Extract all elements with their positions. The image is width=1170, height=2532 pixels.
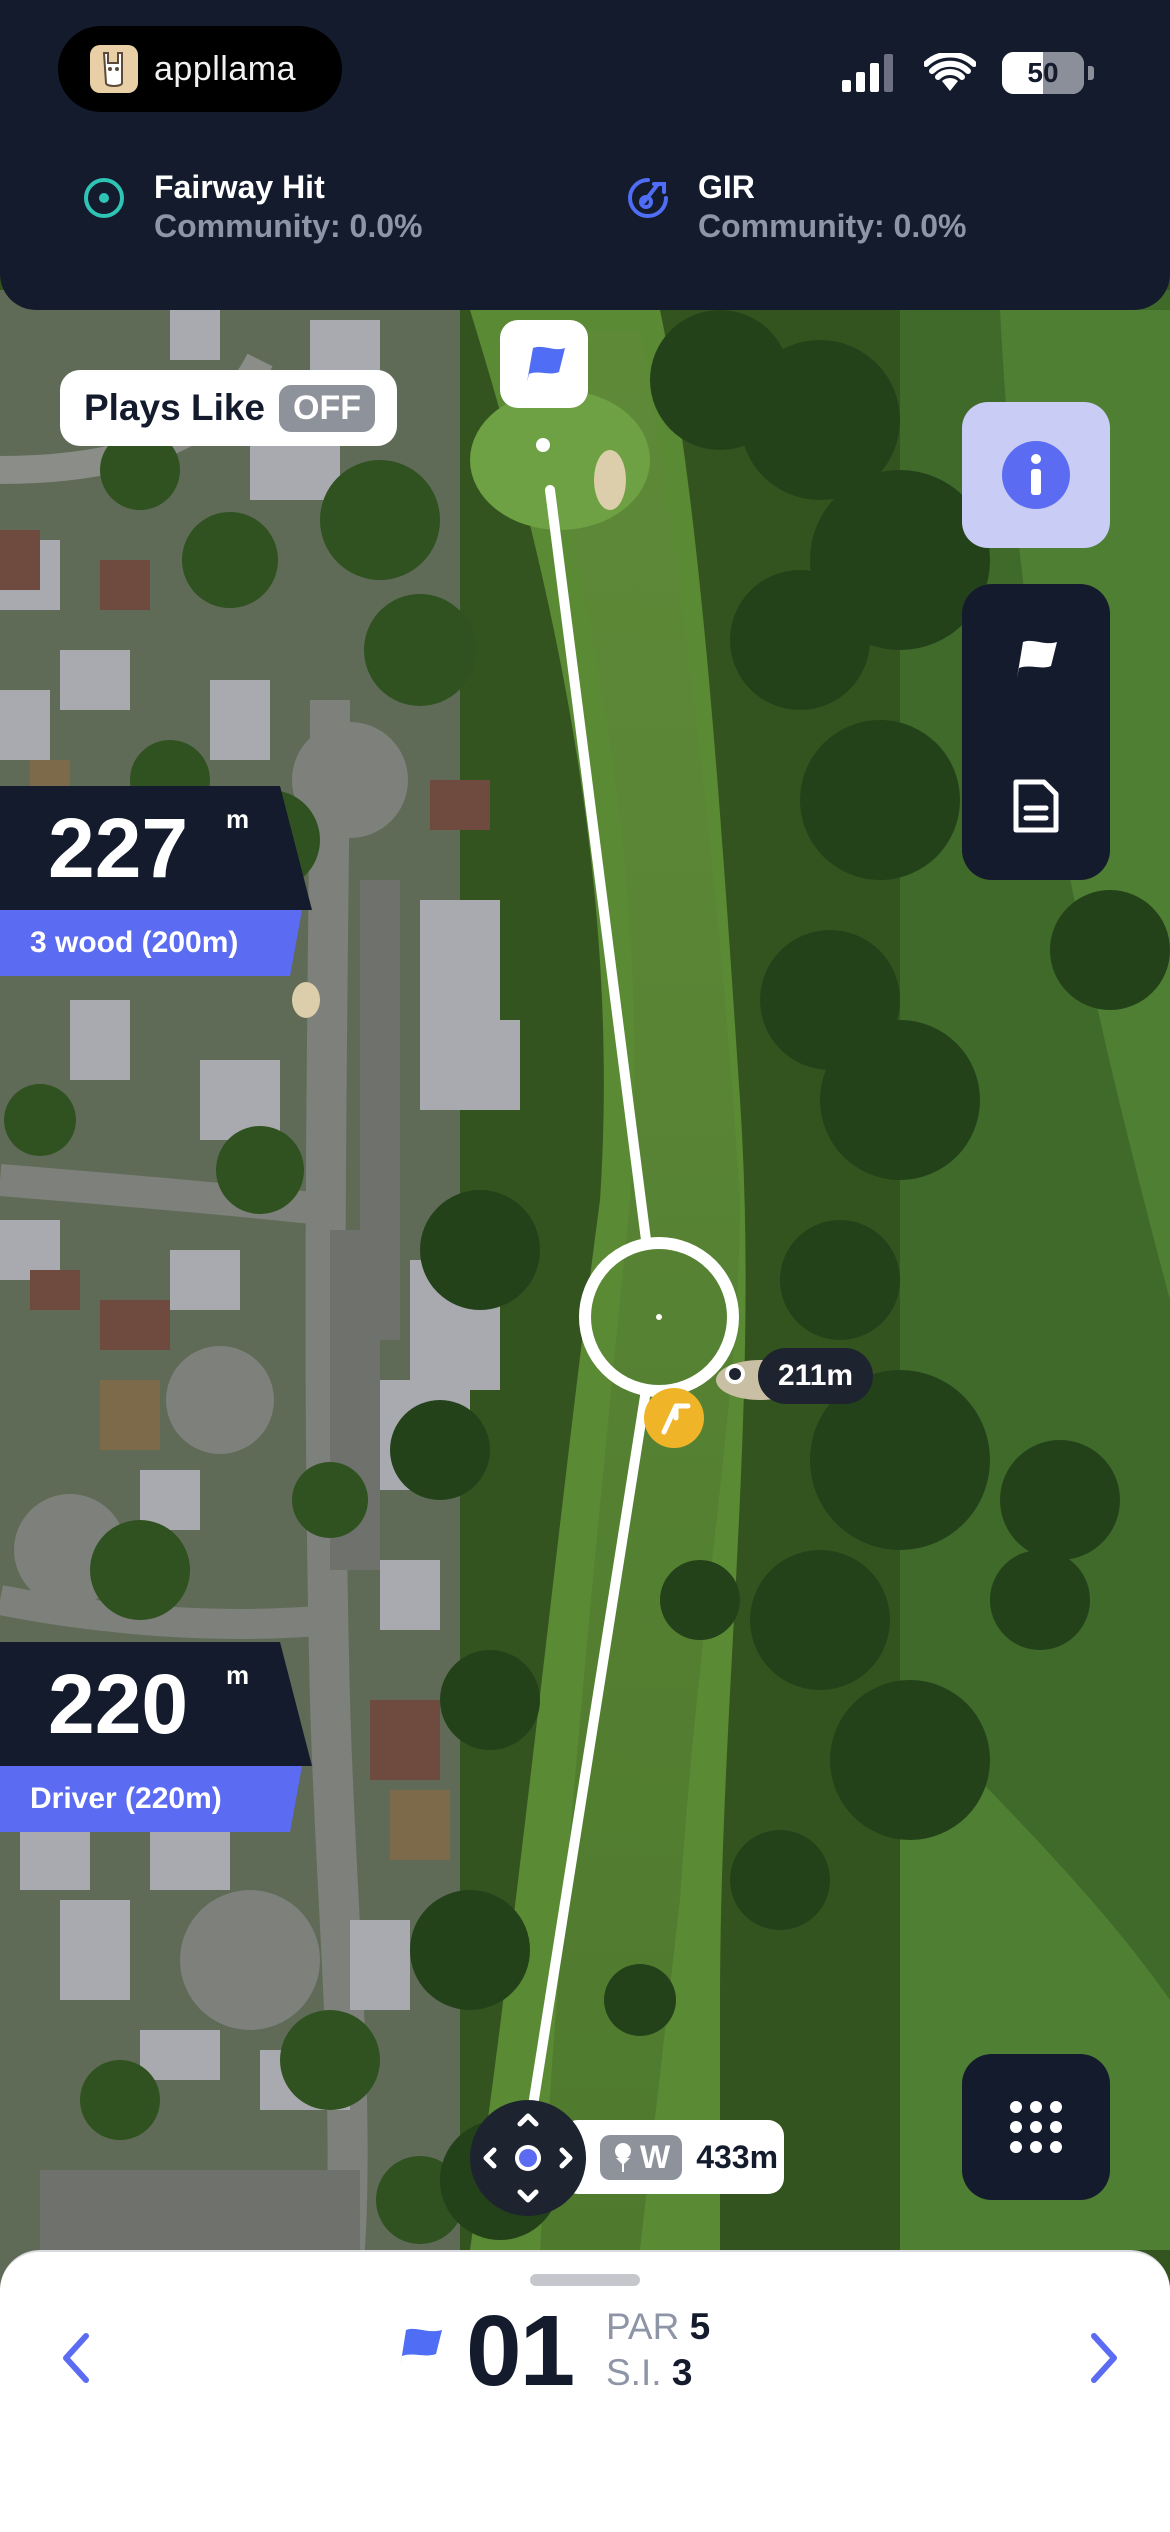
distance-card[interactable]: 227 m 3 wood (200m) xyxy=(0,786,312,976)
info-icon xyxy=(1002,441,1070,509)
stat-sub: Community: 0.0% xyxy=(154,208,423,244)
keypad-icon xyxy=(1010,2101,1062,2153)
battery-icon: 50 xyxy=(1002,52,1084,94)
flag-icon xyxy=(400,2328,442,2368)
stat-gir: GIR Community: 0.0% xyxy=(624,168,966,246)
scorecard-icon xyxy=(1013,779,1059,833)
wifi-icon xyxy=(924,53,976,91)
club-label: Driver (220m) xyxy=(0,1766,302,1832)
wind-label: W xyxy=(640,2138,671,2175)
flag-icon xyxy=(527,346,565,382)
si-label: S.I. xyxy=(606,2352,662,2393)
distance-card[interactable]: 220 m Driver (220m) xyxy=(0,1642,312,1832)
battery-level: 50 xyxy=(1027,57,1059,88)
plays-like-state[interactable]: OFF xyxy=(279,384,375,432)
brand-name: appllama xyxy=(154,49,296,88)
stat-title: Fairway Hit xyxy=(154,169,325,205)
top-bar: appllama 50 Fairway Hit Community: 0.0% … xyxy=(0,0,1170,310)
tee-icon xyxy=(615,2143,631,2172)
gir-icon xyxy=(628,178,668,218)
right-tools xyxy=(962,584,1110,880)
distance-value: 220 xyxy=(48,1657,189,1751)
next-hole-button[interactable] xyxy=(1074,2318,1134,2398)
move-icon xyxy=(483,2113,573,2203)
stat-fairway-hit: Fairway Hit Community: 0.0% xyxy=(80,168,422,246)
wind-badge: W xyxy=(600,2134,683,2180)
stroke-index-line: S.I. 3 xyxy=(606,2352,692,2394)
tee-info-pill[interactable]: W 433m xyxy=(562,2120,784,2194)
battery-tip xyxy=(1088,66,1094,80)
club-label: 3 wood (200m) xyxy=(0,910,302,976)
si-value: 3 xyxy=(671,2352,693,2393)
chevron-right-icon xyxy=(1091,2333,1117,2383)
hole-sheet[interactable]: 01 PAR 5 S.I. 3 xyxy=(0,2250,1170,2532)
scorecard-button[interactable] xyxy=(962,732,1110,880)
distance-unit: m xyxy=(226,1660,250,1690)
move-tee-control[interactable] xyxy=(470,2100,586,2216)
target-distance-tag: 211m xyxy=(758,1348,874,1404)
pin-button[interactable] xyxy=(962,584,1110,732)
hole-number: 01 xyxy=(466,2295,575,2407)
distance-unit: m xyxy=(226,804,250,834)
brand-pill: appllama xyxy=(58,26,342,112)
chevron-left-icon xyxy=(63,2333,89,2383)
keypad-button[interactable] xyxy=(962,2054,1110,2200)
target-icon xyxy=(84,178,124,218)
sheet-grabber[interactable] xyxy=(530,2274,640,2286)
flag-icon xyxy=(1017,640,1057,678)
pin-flag-marker[interactable] xyxy=(500,320,588,408)
par-value: 5 xyxy=(689,2306,711,2347)
stat-title: GIR xyxy=(698,169,755,205)
tee-distance: 433m xyxy=(696,2138,779,2175)
par-label: PAR xyxy=(606,2306,680,2347)
status-icons: 50 xyxy=(840,52,1094,94)
par-line: PAR 5 xyxy=(606,2306,710,2348)
plays-like-toggle[interactable]: Plays Like OFF xyxy=(60,370,397,446)
llama-logo-icon xyxy=(90,45,138,93)
stat-sub: Community: 0.0% xyxy=(698,208,967,244)
plays-like-label: Plays Like xyxy=(84,387,266,428)
distance-value: 227 xyxy=(48,801,189,895)
previous-hole-button[interactable] xyxy=(46,2318,106,2398)
info-button[interactable] xyxy=(962,402,1110,548)
cellular-signal-icon xyxy=(842,54,893,92)
